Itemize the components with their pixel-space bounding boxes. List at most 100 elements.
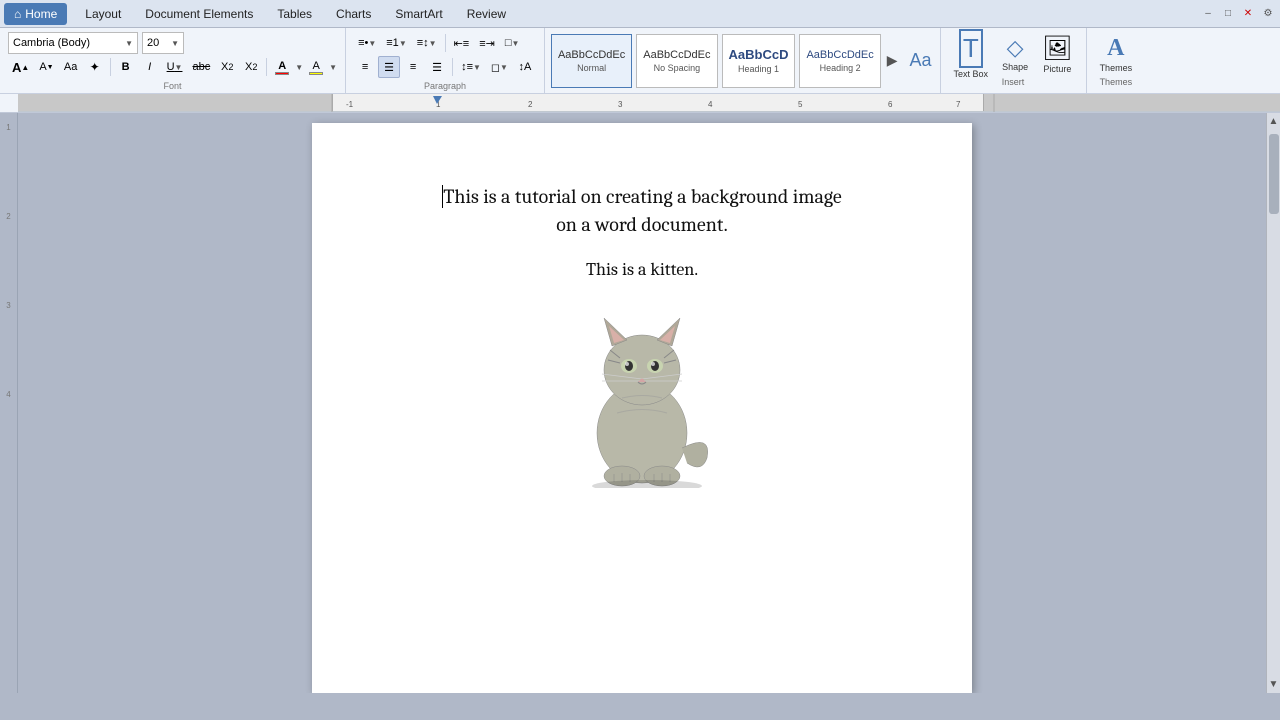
font-name-dropdown[interactable]: Cambria (Body) ▼ <box>8 32 138 54</box>
themes-icon: A <box>1107 35 1124 62</box>
ruler-inner: -1 1 2 3 4 5 6 7 <box>36 94 1280 111</box>
sep4 <box>452 58 453 76</box>
home-tab[interactable]: ⌂ Home <box>4 3 67 25</box>
scroll-down-arrow[interactable]: ▼ <box>1266 676 1280 693</box>
marker-2: 2 <box>6 212 10 221</box>
main-area: 1 2 3 4 This is a tutorial on creating a… <box>0 113 1280 693</box>
style-heading1[interactable]: AaBbCcD Heading 1 <box>722 34 796 88</box>
font-color-arrow[interactable]: ▼ <box>295 63 303 72</box>
styles-option1-button[interactable]: Aa <box>906 50 936 72</box>
vertical-scrollbar[interactable]: ▲ ▼ <box>1266 113 1280 693</box>
svg-text:2: 2 <box>528 100 533 109</box>
themes-section-label: Themes <box>1095 77 1138 87</box>
shape-icon: ◇ <box>1007 35 1024 61</box>
styles-expand-arrow[interactable]: ▶ <box>883 48 902 73</box>
style-nospacing-label: No Spacing <box>654 63 701 73</box>
style-normal-preview: AaBbCcDdEc <box>558 49 625 61</box>
align-left-button[interactable]: ≡ <box>354 56 376 78</box>
align-center-button[interactable]: ☰ <box>378 56 400 78</box>
insert-section: Insert T Text Box ◇ Shape 🖼 Picture <box>941 28 1087 93</box>
style-normal[interactable]: AaBbCcDdEc Normal <box>551 34 632 88</box>
style-nospacing-preview: AaBbCcDdEc <box>643 49 710 61</box>
numbering-button[interactable]: ≡1▼ <box>382 32 410 54</box>
font-section: Cambria (Body) ▼ 20 ▼ A▲ A▼ Aa ✦ B <box>0 28 346 93</box>
superscript-button[interactable]: X2 <box>240 56 262 78</box>
shape-label: Shape <box>1002 62 1028 72</box>
picture-label: Picture <box>1043 64 1071 74</box>
font-section-label: Font <box>0 81 345 91</box>
paragraph-section: ≡•▼ ≡1▼ ≡↕▼ ⇤≡ ≡⇥ □▼ ≡ ☰ ≡ ☰ ↕≡▼ ◻▼ ↕A <box>346 28 545 93</box>
shading-button[interactable]: ◻▼ <box>487 56 512 78</box>
sep3 <box>445 34 446 52</box>
highlight-color-button[interactable]: A <box>305 56 327 78</box>
border-button[interactable]: □▼ <box>501 32 524 54</box>
svg-text:7: 7 <box>956 100 961 109</box>
style-heading2[interactable]: AaBbCcDdEc Heading 2 <box>799 34 880 88</box>
increase-indent-button[interactable]: ≡⇥ <box>475 32 499 54</box>
marker-4: 4 <box>6 390 10 399</box>
kitten-svg <box>562 288 722 488</box>
kitten-image <box>562 288 722 488</box>
tab-charts[interactable]: Charts <box>324 0 383 28</box>
styles-options: Aa <box>902 50 936 72</box>
justify-button[interactable]: ☰ <box>426 56 448 78</box>
style-normal-label: Normal <box>577 63 606 73</box>
svg-text:4: 4 <box>708 100 713 109</box>
themes-label: Themes <box>1100 63 1133 73</box>
clear-format-button[interactable]: ✦ <box>84 56 106 78</box>
separator <box>110 58 111 76</box>
font-color-button[interactable]: A <box>271 56 293 78</box>
doc-image-area: This is a kitten. <box>392 259 892 488</box>
svg-text:5: 5 <box>798 100 803 109</box>
insert-shape-button[interactable]: ◇ Shape <box>997 32 1033 75</box>
doc-text-line1: This is a tutorial on creating a backgro… <box>443 185 841 208</box>
tab-layout[interactable]: Layout <box>73 0 133 28</box>
settings-icon[interactable]: ⚙ <box>1260 6 1276 22</box>
style-h2-label: Heading 2 <box>820 63 861 73</box>
textbox-icon: T <box>959 29 983 68</box>
close-button[interactable]: ✕ <box>1240 6 1256 22</box>
tab-document-elements[interactable]: Document Elements <box>133 0 265 28</box>
scroll-up-arrow[interactable]: ▲ <box>1266 113 1280 130</box>
sort-button[interactable]: ↕A <box>514 56 536 78</box>
italic-button[interactable]: I <box>139 56 161 78</box>
tab-tables[interactable]: Tables <box>265 0 324 28</box>
minimize-button[interactable]: – <box>1200 6 1216 22</box>
page-markers: 1 2 3 4 <box>6 123 10 399</box>
bold-button[interactable]: B <box>115 56 137 78</box>
left-sidebar: 1 2 3 4 <box>0 113 18 693</box>
home-label: Home <box>25 7 57 21</box>
change-case-button[interactable]: Aa <box>60 56 82 78</box>
marker-3: 3 <box>6 301 10 310</box>
style-h2-preview: AaBbCcDdEc <box>806 49 873 61</box>
bullets-button[interactable]: ≡•▼ <box>354 32 380 54</box>
document-page[interactable]: This is a tutorial on creating a backgro… <box>312 123 972 693</box>
insert-picture-button[interactable]: 🖼 Picture <box>1037 31 1077 77</box>
highlight-arrow[interactable]: ▼ <box>329 63 337 72</box>
subscript-button[interactable]: X2 <box>216 56 238 78</box>
align-right-button[interactable]: ≡ <box>402 56 424 78</box>
insert-textbox-button[interactable]: T Text Box <box>949 26 994 82</box>
ruler: -1 1 2 3 4 5 6 7 <box>18 94 1280 112</box>
style-h1-label: Heading 1 <box>738 64 779 74</box>
content-area[interactable]: This is a tutorial on creating a backgro… <box>18 113 1266 693</box>
ruler-svg: -1 1 2 3 4 5 6 7 <box>36 94 1280 112</box>
themes-button[interactable]: A Themes <box>1095 32 1138 76</box>
themes-section: Themes A Themes <box>1087 28 1146 93</box>
styles-section: AaBbCcDdEc Normal AaBbCcDdEc No Spacing … <box>545 28 941 93</box>
menu-bar: ⌂ Home Layout Document Elements Tables C… <box>0 0 1280 28</box>
tab-review[interactable]: Review <box>455 0 518 28</box>
tab-smartart[interactable]: SmartArt <box>383 0 454 28</box>
decrease-indent-button[interactable]: ⇤≡ <box>450 32 474 54</box>
style-no-spacing[interactable]: AaBbCcDdEc No Spacing <box>636 34 717 88</box>
multilevel-list-button[interactable]: ≡↕▼ <box>413 32 441 54</box>
font-size-dropdown[interactable]: 20 ▼ <box>142 32 184 54</box>
scroll-thumb[interactable] <box>1269 134 1279 214</box>
maximize-button[interactable]: □ <box>1220 6 1236 22</box>
grow-font-button[interactable]: A▲ <box>8 56 33 78</box>
line-spacing-button[interactable]: ↕≡▼ <box>457 56 485 78</box>
strikethrough-button[interactable]: abc <box>188 56 214 78</box>
shrink-font-button[interactable]: A▼ <box>35 56 57 78</box>
document-main-text[interactable]: This is a tutorial on creating a backgro… <box>392 183 892 239</box>
underline-button[interactable]: U▼ <box>163 56 187 78</box>
